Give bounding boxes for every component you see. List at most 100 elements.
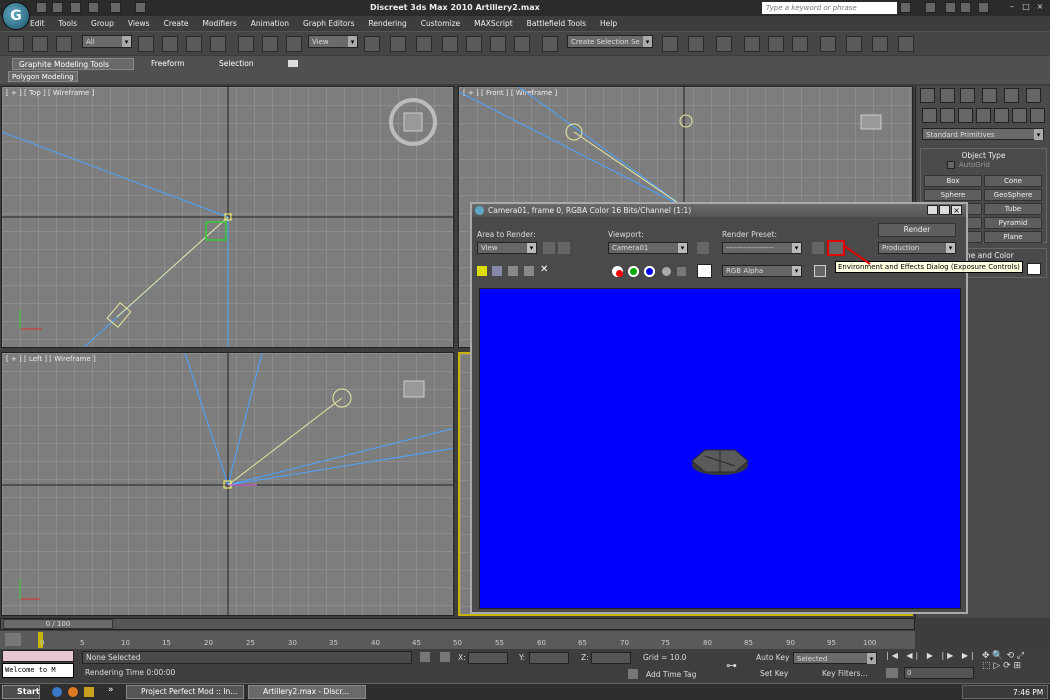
menu-create[interactable]: Create (164, 19, 189, 28)
rotate-icon[interactable] (262, 36, 278, 52)
x-coordinate-field[interactable] (468, 652, 508, 664)
menu-customize[interactable]: Customize (421, 19, 460, 28)
firefox-icon[interactable] (68, 687, 78, 697)
project-folder-icon[interactable] (135, 2, 146, 13)
align-icon[interactable] (688, 36, 704, 52)
red-channel-icon[interactable] (612, 266, 623, 277)
minimize-icon[interactable]: – (1005, 2, 1019, 11)
clear-image-icon[interactable]: ✕ (540, 264, 548, 275)
time-slider[interactable]: 0 / 100 (0, 618, 915, 630)
key-mode-toggle-icon[interactable] (886, 668, 898, 678)
create-tab-icon[interactable] (920, 88, 935, 103)
object-color-swatch[interactable] (1027, 263, 1041, 275)
current-frame-field[interactable]: 0 (904, 667, 974, 679)
curve-editor-icon[interactable] (768, 36, 784, 52)
green-channel-icon[interactable] (628, 266, 639, 277)
utilities-tab-icon[interactable] (1026, 88, 1041, 103)
search-input[interactable]: Type a keyword or phrase (762, 2, 897, 14)
object-type-title[interactable]: Object Type (921, 151, 1046, 160)
set-key-button[interactable]: Set Key (760, 669, 788, 678)
task-artillery2[interactable]: Artillery2.max - Discr... (248, 685, 366, 699)
lights-icon[interactable] (958, 108, 973, 123)
move-icon[interactable] (238, 36, 254, 52)
swatch-color[interactable] (697, 264, 712, 278)
menu-group[interactable]: Group (91, 19, 114, 28)
blue-channel-icon[interactable] (644, 266, 655, 277)
rectangle-selection-icon[interactable] (186, 36, 202, 52)
link-icon[interactable] (8, 36, 24, 52)
z-coordinate-field[interactable] (591, 652, 631, 664)
unlink-icon[interactable] (32, 36, 48, 52)
display-channel-dropdown[interactable]: RGB Alpha (722, 265, 802, 277)
undo-icon[interactable] (88, 2, 99, 13)
time-tag-icon[interactable] (628, 669, 638, 679)
print-image-icon[interactable] (524, 266, 534, 276)
reference-coordinate-dropdown[interactable]: View (308, 35, 358, 48)
time-slider-thumb[interactable]: 0 / 100 (3, 619, 113, 629)
systems-icon[interactable] (1030, 108, 1045, 123)
rendered-frame-window-icon[interactable] (872, 36, 888, 52)
autogrid-checkbox[interactable] (947, 161, 955, 169)
dialog-minimize-icon[interactable] (927, 205, 938, 215)
viewport-top[interactable]: [ + ] [ Top ] [ Wireframe ] (1, 86, 454, 348)
menu-battlefield-tools[interactable]: Battlefield Tools (527, 19, 586, 28)
absolute-mode-icon[interactable] (440, 652, 450, 662)
snaps-toggle-icon[interactable] (442, 36, 458, 52)
help-icon[interactable] (978, 2, 989, 13)
y-coordinate-field[interactable] (529, 652, 569, 664)
lock-viewport-icon[interactable] (697, 242, 709, 254)
render-production-icon[interactable] (898, 36, 914, 52)
auto-region-icon[interactable] (558, 242, 570, 254)
edit-named-selections-icon[interactable] (542, 36, 558, 52)
cone-button[interactable]: Cone (984, 175, 1042, 187)
material-editor-icon[interactable] (820, 36, 836, 52)
tab-polygon-modeling[interactable]: Polygon Modeling (8, 71, 78, 82)
menu-edit[interactable]: Edit (30, 19, 45, 28)
motion-tab-icon[interactable] (982, 88, 997, 103)
maximize-icon[interactable]: □ (1019, 2, 1033, 11)
sphere-button[interactable]: Sphere (924, 189, 982, 201)
maxscript-mini-listener[interactable]: Welcome to M (2, 663, 74, 678)
set-key-icon[interactable]: ⊶ (726, 659, 744, 672)
spinner-snap-icon[interactable] (514, 36, 530, 52)
open-file-icon[interactable] (52, 2, 63, 13)
graphite-toggle-icon[interactable] (744, 36, 760, 52)
viewport-navigation-icons[interactable]: ✥ 🔍 ⟲ ⤢ ⬚ ▷ ⟳ ⊞ (982, 651, 1047, 679)
plane-button[interactable]: Plane (984, 231, 1042, 243)
clone-window-icon[interactable] (508, 266, 518, 276)
pivot-center-icon[interactable] (364, 36, 380, 52)
render-preset-dropdown[interactable]: ------------------- (722, 242, 802, 254)
window-crossing-icon[interactable] (210, 36, 226, 52)
maxscript-listener-mini[interactable] (2, 650, 74, 662)
key-mode-dropdown[interactable]: Selected (793, 652, 877, 664)
box-button[interactable]: Box (924, 175, 982, 187)
menu-rendering[interactable]: Rendering (368, 19, 406, 28)
viewport-left[interactable]: [ + ] [ Left ] [ Wireframe ] (1, 352, 454, 616)
modify-tab-icon[interactable] (940, 88, 955, 103)
save-file-icon[interactable] (70, 2, 81, 13)
tab-selection[interactable]: Selection (213, 58, 260, 70)
toggle-ui-icon[interactable] (814, 265, 826, 277)
named-selection-dropdown[interactable]: Create Selection Se (567, 35, 653, 48)
menu-maxscript[interactable]: MAXScript (474, 19, 513, 28)
new-file-icon[interactable] (36, 2, 47, 13)
space-warps-icon[interactable] (1012, 108, 1027, 123)
dialog-close-icon[interactable]: × (951, 205, 962, 215)
menu-graph-editors[interactable]: Graph Editors (303, 19, 355, 28)
geometry-icon[interactable] (922, 108, 937, 123)
favorites-star-icon[interactable] (960, 2, 971, 13)
scale-icon[interactable] (286, 36, 302, 52)
select-manipulate-icon[interactable] (390, 36, 406, 52)
monochrome-icon[interactable] (677, 267, 686, 276)
menu-animation[interactable]: Animation (251, 19, 289, 28)
task-project-perfect-mod[interactable]: Project Perfect Mod :: In... (126, 685, 244, 699)
display-tab-icon[interactable] (1004, 88, 1019, 103)
primitive-type-dropdown[interactable]: Standard Primitives (922, 128, 1044, 140)
copy-image-icon[interactable] (492, 266, 502, 276)
select-object-icon[interactable] (138, 36, 154, 52)
viewport-dropdown[interactable]: Camera01 (608, 242, 688, 254)
tube-button[interactable]: Tube (984, 203, 1042, 215)
menu-help[interactable]: Help (600, 19, 617, 28)
render-button[interactable]: Render (878, 223, 956, 237)
percent-snap-icon[interactable] (490, 36, 506, 52)
